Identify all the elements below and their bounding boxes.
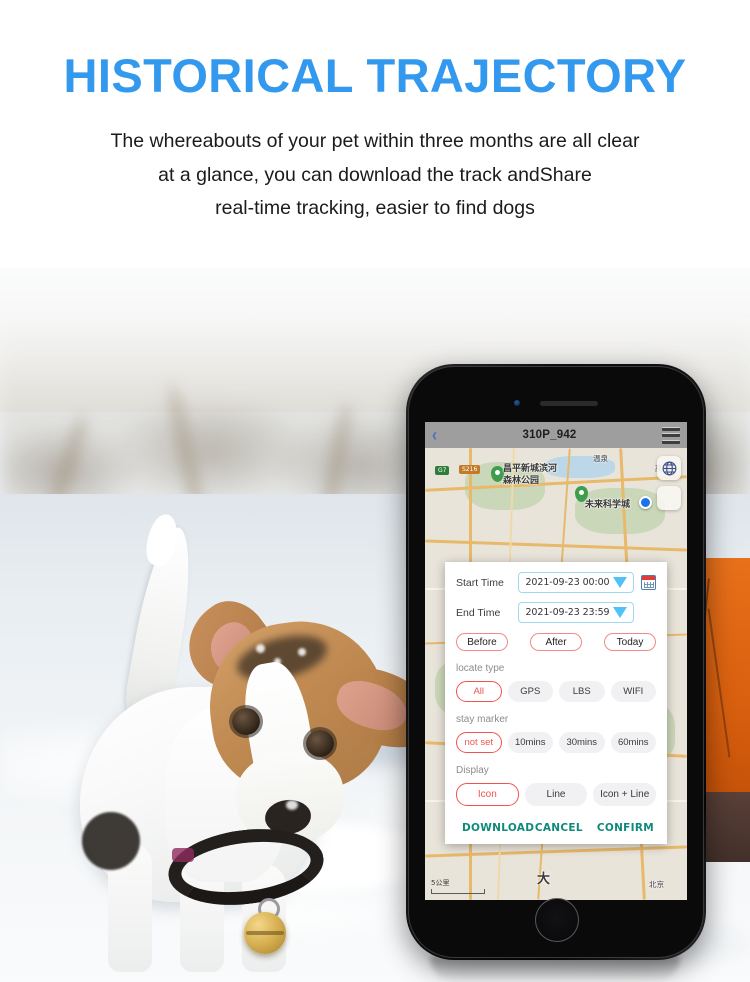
map-label: 昌平新城滨河 [503, 464, 558, 474]
hero-header: HISTORICAL TRAJECTORY The whereabouts of… [0, 0, 750, 268]
hamburger-menu-icon[interactable] [661, 424, 680, 446]
snow-fleck [298, 648, 306, 656]
page-title: HISTORICAL TRAJECTORY [63, 49, 687, 102]
cancel-button[interactable]: CANCEL [535, 822, 583, 834]
display-label: Display [456, 765, 489, 776]
end-time-row: End Time 2021-09-23 23:59 [456, 602, 656, 623]
map-label: 森林公园 [503, 476, 540, 486]
start-time-value: 2021-09-23 00:00 [525, 577, 610, 588]
end-time-label: End Time [456, 606, 501, 619]
hero-subtitle-line-1: The whereabouts of your pet within three… [110, 130, 640, 152]
dog-eye [306, 730, 334, 757]
hero-subtitle-line-2: at a glance, you can download the track … [158, 163, 592, 186]
phone-mockup: ‹ 310P_942 G7 S216 昌平新城滨河 森林公园 未来科学城 温泉 … [406, 364, 706, 960]
hero-subtitle-line-3: real-time tracking, easier to find dogs [215, 197, 535, 220]
start-time-row: Start Time 2021-09-23 00:00 [456, 572, 656, 593]
locate-type-wifi-chip[interactable]: WIFI [610, 681, 656, 702]
quick-range-row: Before After Today [456, 633, 656, 651]
map-scale-line [431, 889, 485, 894]
caret-down-icon[interactable] [612, 577, 627, 588]
caret-down-icon[interactable] [612, 607, 627, 618]
start-time-input[interactable]: 2021-09-23 00:00 [518, 572, 634, 593]
map-label: 北京 [649, 880, 664, 889]
stay-marker-10mins-chip[interactable]: 10mins [507, 732, 553, 753]
locate-type-lbs-chip[interactable]: LBS [559, 681, 605, 702]
dog-collar-accent [172, 848, 194, 862]
calendar-icon[interactable] [641, 575, 656, 590]
hero-subtitle: The whereabouts of your pet within three… [0, 99, 750, 226]
locate-type-all-chip[interactable]: All [456, 681, 502, 702]
locate-type-label: locate type [456, 663, 505, 674]
dog-coat-patch [82, 812, 140, 870]
locate-type-gps-chip[interactable]: GPS [507, 681, 553, 702]
stay-marker-label: stay marker [456, 714, 509, 725]
display-icon-chip[interactable]: Icon [456, 783, 519, 806]
download-button[interactable]: DOWNLOAD [462, 822, 534, 834]
stay-marker-options: not set 10mins 30mins 60mins [456, 732, 656, 753]
stay-marker-30mins-chip[interactable]: 30mins [559, 732, 605, 753]
map-road [425, 539, 687, 552]
dog-eye [232, 708, 260, 735]
stay-marker-not-set-chip[interactable]: not set [456, 732, 502, 753]
front-camera-icon [514, 400, 520, 406]
map-scale-label: 5公里 [431, 879, 450, 887]
globe-icon[interactable] [657, 456, 681, 480]
promo-page: HISTORICAL TRAJECTORY The whereabouts of… [0, 0, 750, 982]
map-canvas[interactable]: G7 S216 昌平新城滨河 森林公园 未来科学城 温泉 高丽 大 北京 [425, 448, 687, 900]
map-layers-icon[interactable] [657, 486, 681, 510]
start-time-label: Start Time [456, 576, 504, 589]
map-highway-shield: G7 [435, 466, 450, 475]
map-label: 大 [537, 872, 551, 887]
map-scale-bar: 5公里 [431, 878, 485, 894]
dog-photo-subject [60, 511, 449, 972]
quick-range-before-button[interactable]: Before [456, 633, 508, 651]
stay-marker-60mins-chip[interactable]: 60mins [610, 732, 656, 753]
app-title: 310P_942 [522, 429, 577, 441]
quick-range-today-button[interactable]: Today [604, 633, 656, 651]
dog-collar-bell [244, 912, 286, 954]
map-location-marker[interactable] [639, 496, 652, 509]
end-time-input[interactable]: 2021-09-23 23:59 [518, 602, 634, 623]
confirm-button[interactable]: CONFIRM [597, 822, 654, 834]
dialog-actions: DOWNLOAD CANCEL CONFIRM [456, 822, 656, 836]
display-line-chip[interactable]: Line [524, 783, 588, 806]
earpiece-speaker [540, 401, 598, 406]
display-options: Icon Line Icon + Line [456, 783, 657, 806]
app-titlebar: ‹ 310P_942 [425, 422, 687, 448]
map-highway-shield: S216 [459, 465, 481, 474]
phone-screen: ‹ 310P_942 G7 S216 昌平新城滨河 森林公园 未来科学城 温泉 … [425, 422, 687, 900]
quick-range-after-button[interactable]: After [530, 633, 582, 651]
map-label: 温泉 [593, 454, 608, 463]
home-button[interactable] [535, 898, 579, 942]
snow-fleck [286, 800, 298, 810]
end-time-value: 2021-09-23 23:59 [525, 607, 610, 618]
history-filter-dialog: Start Time 2021-09-23 00:00 End Time 202… [445, 562, 667, 844]
snow-fleck [256, 644, 265, 653]
map-label: 未来科学城 [585, 500, 631, 510]
map-road [425, 845, 687, 858]
back-icon[interactable]: ‹ [432, 426, 437, 445]
snow-fleck [274, 658, 281, 665]
display-icon-line-chip[interactable]: Icon + Line [593, 783, 657, 806]
locate-type-options: All GPS LBS WIFI [456, 681, 656, 702]
